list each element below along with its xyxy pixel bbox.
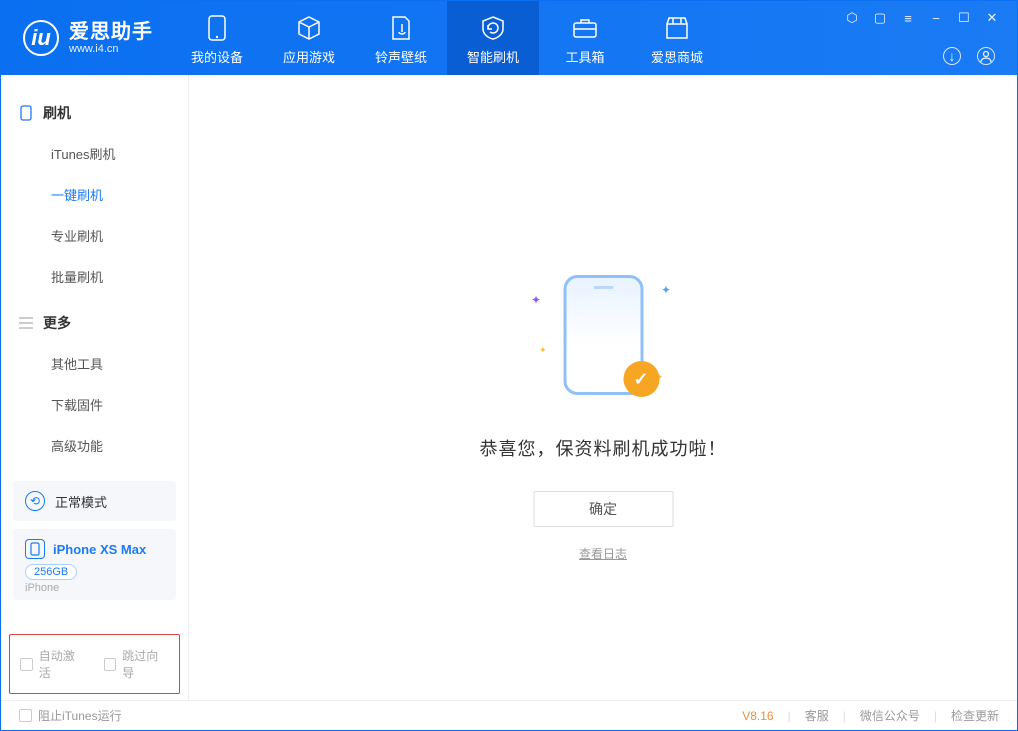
- check-badge-icon: ✓: [623, 361, 659, 397]
- options-row-highlighted: 自动激活 跳过向导: [9, 634, 180, 694]
- success-illustration: ✦ ✦ ✦ ✦ ✓: [543, 275, 663, 405]
- sidebar-item-other-tools[interactable]: 其他工具: [1, 343, 188, 384]
- result-panel: ✦ ✦ ✦ ✦ ✓ 恭喜您，保资料刷机成功啦！ 确定 查看日志: [480, 275, 727, 562]
- main-nav: 我的设备 应用游戏 铃声壁纸 智能刷机 工具箱 爱思商城: [171, 1, 723, 75]
- store-icon: [664, 15, 690, 41]
- footer-service-link[interactable]: 客服: [805, 707, 829, 724]
- device-type: iPhone: [25, 582, 164, 594]
- checkbox-icon: [104, 658, 117, 671]
- checkbox-icon: [19, 709, 32, 722]
- nav-label: 铃声壁纸: [375, 47, 427, 66]
- nav-toolbox[interactable]: 工具箱: [539, 1, 631, 75]
- title-bar: iu 爱思助手 www.i4.cn 我的设备 应用游戏 铃声壁纸 智能刷机 工具…: [1, 1, 1017, 75]
- download-button[interactable]: ↓: [943, 47, 961, 65]
- group-title: 刷机: [43, 103, 71, 123]
- checkbox-skip-guide[interactable]: 跳过向导: [104, 647, 170, 681]
- sidebar-group-more: 更多: [1, 303, 188, 343]
- app-logo: iu 爱思助手 www.i4.cn: [1, 1, 171, 75]
- list-icon: [19, 316, 33, 330]
- mode-icon: ⟲: [25, 491, 45, 511]
- window-controls: ⬡ ▢ ≡ − ☐ ✕: [843, 9, 1001, 27]
- minimize-button[interactable]: −: [927, 9, 945, 27]
- checkbox-stop-itunes[interactable]: 阻止iTunes运行: [19, 707, 122, 724]
- nav-my-device[interactable]: 我的设备: [171, 1, 263, 75]
- sidebar-item-batch-flash[interactable]: 批量刷机: [1, 256, 188, 297]
- device-panel[interactable]: iPhone XS Max 256GB iPhone: [13, 529, 176, 600]
- shirt-icon[interactable]: ⬡: [843, 9, 861, 27]
- result-message: 恭喜您，保资料刷机成功啦！: [480, 435, 727, 461]
- sidebar-item-download-firmware[interactable]: 下载固件: [1, 384, 188, 425]
- refresh-shield-icon: [480, 15, 506, 41]
- checkbox-label: 跳过向导: [122, 647, 169, 681]
- phone-icon: [19, 106, 33, 120]
- nav-label: 应用游戏: [283, 47, 335, 66]
- sidebar-group-flash: 刷机: [1, 93, 188, 133]
- music-file-icon: [388, 15, 414, 41]
- mode-label: 正常模式: [55, 492, 107, 511]
- device-capacity: 256GB: [25, 564, 77, 580]
- nav-ringtone-wallpaper[interactable]: 铃声壁纸: [355, 1, 447, 75]
- grid-icon[interactable]: ▢: [871, 9, 889, 27]
- app-url: www.i4.cn: [69, 43, 153, 55]
- sidebar-item-pro-flash[interactable]: 专业刷机: [1, 215, 188, 256]
- status-bar: 阻止iTunes运行 V8.16 | 客服 | 微信公众号 | 检查更新: [1, 700, 1017, 730]
- nav-smart-flash[interactable]: 智能刷机: [447, 1, 539, 75]
- app-name: 爱思助手: [69, 21, 153, 43]
- logo-icon: iu: [23, 20, 59, 56]
- nav-label: 我的设备: [191, 47, 243, 66]
- device-icon: [204, 15, 230, 41]
- group-title: 更多: [43, 313, 71, 333]
- nav-store[interactable]: 爱思商城: [631, 1, 723, 75]
- version-label: V8.16: [742, 709, 773, 723]
- user-button[interactable]: [977, 47, 995, 65]
- sidebar: 刷机 iTunes刷机 一键刷机 专业刷机 批量刷机 更多 其他工具 下载固件 …: [1, 75, 189, 700]
- view-log-link[interactable]: 查看日志: [579, 545, 627, 562]
- nav-label: 爱思商城: [651, 47, 703, 66]
- footer-check-update-link[interactable]: 检查更新: [951, 707, 999, 724]
- nav-label: 智能刷机: [467, 47, 519, 66]
- device-phone-icon: [25, 539, 45, 559]
- nav-apps-games[interactable]: 应用游戏: [263, 1, 355, 75]
- maximize-button[interactable]: ☐: [955, 9, 973, 27]
- checkbox-icon: [20, 658, 33, 671]
- cube-icon: [296, 15, 322, 41]
- checkbox-auto-activate[interactable]: 自动激活: [20, 647, 86, 681]
- ok-button[interactable]: 确定: [533, 491, 673, 527]
- sidebar-item-oneclick-flash[interactable]: 一键刷机: [1, 174, 188, 215]
- close-button[interactable]: ✕: [983, 9, 1001, 27]
- sidebar-item-advanced[interactable]: 高级功能: [1, 425, 188, 466]
- nav-label: 工具箱: [565, 47, 604, 66]
- mode-panel[interactable]: ⟲ 正常模式: [13, 481, 176, 521]
- menu-icon[interactable]: ≡: [899, 9, 917, 27]
- footer-wechat-link[interactable]: 微信公众号: [860, 707, 920, 724]
- briefcase-icon: [572, 15, 598, 41]
- main-content: ✦ ✦ ✦ ✦ ✓ 恭喜您，保资料刷机成功啦！ 确定 查看日志: [189, 75, 1017, 700]
- checkbox-label: 阻止iTunes运行: [38, 707, 122, 724]
- checkbox-label: 自动激活: [39, 647, 86, 681]
- sidebar-item-itunes-flash[interactable]: iTunes刷机: [1, 133, 188, 174]
- device-name: iPhone XS Max: [53, 542, 146, 557]
